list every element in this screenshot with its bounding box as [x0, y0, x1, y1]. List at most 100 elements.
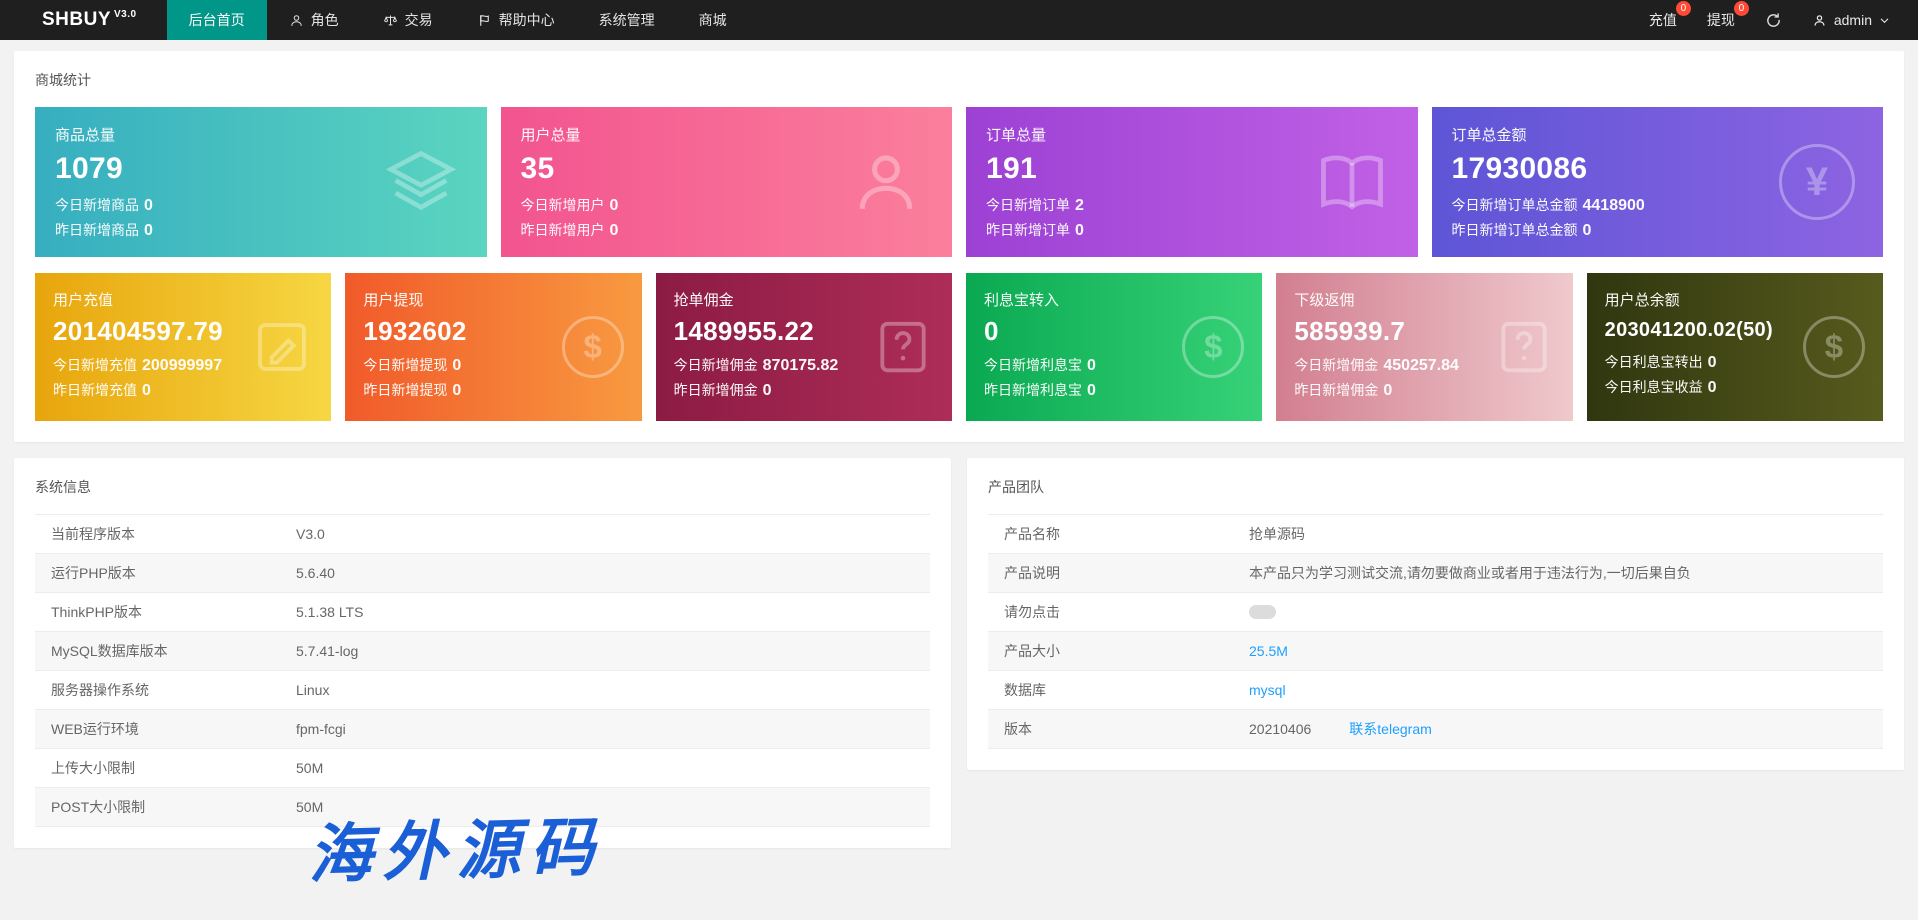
- table-row: 请勿点击: [988, 593, 1883, 632]
- main-nav: 后台首页角色交易 帮助中心 系统管理 商城: [167, 0, 749, 40]
- table-row: 数据库 mysql: [988, 671, 1883, 710]
- nav-item-2[interactable]: 交易: [361, 0, 455, 40]
- stat-card-row1-0: 商品总量1079今日新增商品0昨日新增商品0: [35, 107, 487, 257]
- flag-icon: [477, 13, 492, 28]
- nav-item-4[interactable]: 系统管理: [577, 0, 677, 40]
- stat-card-row2-3: 利息宝转入0今日新增利息宝0昨日新增利息宝0$: [966, 273, 1262, 421]
- nav-item-label: 系统管理: [599, 10, 655, 30]
- table-row: POST大小限制50M: [35, 788, 930, 827]
- line1-label: 今日新增佣金: [674, 357, 758, 373]
- line1-label: 今日新增充值: [53, 357, 137, 373]
- row-label: 产品大小: [988, 632, 1233, 670]
- line1-value: 200999997: [142, 357, 222, 374]
- product-team-title: 产品团队: [967, 458, 1904, 514]
- row-link[interactable]: 25.5M: [1249, 643, 1288, 659]
- recharge-button[interactable]: 充值 0: [1649, 10, 1677, 30]
- stat-card-title: 用户总量: [521, 124, 933, 145]
- main-content: 商城统计 商品总量1079今日新增商品0昨日新增商品0用户总量35今日新增用户0…: [0, 40, 1918, 848]
- line2-value: 0: [142, 382, 151, 399]
- line2-label: 昨日新增充值: [53, 382, 137, 398]
- row-text: 20210406: [1249, 721, 1311, 737]
- table-row: 版本 20210406 联系telegram: [988, 710, 1883, 749]
- do-not-click-pill[interactable]: [1249, 605, 1276, 619]
- layers-icon: [383, 144, 459, 220]
- row-value: fpm-fcgi: [280, 712, 362, 746]
- nav-item-3[interactable]: 帮助中心: [455, 0, 577, 40]
- line1-value: 4418900: [1583, 197, 1645, 214]
- table-row: 服务器操作系统Linux: [35, 671, 930, 710]
- nav-item-label: 帮助中心: [499, 10, 555, 30]
- withdraw-label: 提现: [1707, 12, 1735, 28]
- line2-label: 昨日新增订单: [986, 222, 1070, 238]
- stat-card-row2-5: 用户总余额203041200.02(50)今日利息宝转出0今日利息宝收益0$: [1587, 273, 1883, 421]
- table-row: 当前程序版本V3.0: [35, 515, 930, 554]
- stats-panel: 商城统计 商品总量1079今日新增商品0昨日新增商品0用户总量35今日新增用户0…: [14, 51, 1904, 442]
- brand-logo: SHBUY V3.0: [0, 0, 167, 40]
- row-text: 抢单源码: [1249, 524, 1305, 544]
- line2-value: 0: [144, 222, 153, 239]
- stat-card-title: 用户提现: [363, 289, 623, 310]
- table-row: 产品大小 25.5M: [988, 632, 1883, 671]
- dollar-icon: $: [562, 316, 624, 378]
- table-row: ThinkPHP版本5.1.38 LTS: [35, 593, 930, 632]
- dollar-icon: $: [1803, 316, 1865, 378]
- stat-cards-row1: 商品总量1079今日新增商品0昨日新增商品0用户总量35今日新增用户0昨日新增用…: [14, 107, 1904, 257]
- dollar-circle-icon: $: [1182, 316, 1244, 378]
- stat-card-title: 下级返佣: [1294, 289, 1554, 310]
- telegram-link[interactable]: 联系telegram: [1349, 719, 1431, 739]
- row-label: 版本: [988, 710, 1233, 748]
- dollar-circle-icon: $: [1803, 316, 1865, 378]
- navbar-right: 充值 0 提现 0 admin: [1649, 0, 1918, 40]
- row-value: mysql: [1233, 673, 1302, 707]
- line2-value: 0: [1075, 222, 1084, 239]
- line2-value: 0: [610, 222, 619, 239]
- row-label: 数据库: [988, 671, 1233, 709]
- stat-card-title: 用户总余额: [1605, 289, 1865, 310]
- stat-card-line2: 昨日新增利息宝0: [984, 380, 1244, 400]
- stat-card-title: 利息宝转入: [984, 289, 1244, 310]
- person-icon: [289, 13, 304, 28]
- line1-label: 今日新增提现: [363, 357, 447, 373]
- line1-label: 今日利息宝转出: [1605, 354, 1703, 370]
- row-label: 当前程序版本: [35, 515, 280, 553]
- stat-card-row2-4: 下级返佣585939.7今日新增佣金450257.84昨日新增佣金0: [1276, 273, 1572, 421]
- line1-value: 2: [1075, 197, 1084, 214]
- row-value: 抢单源码: [1233, 515, 1321, 553]
- brand-version: V3.0: [114, 9, 137, 20]
- line1-value: 0: [1708, 354, 1717, 371]
- dollar-circle-icon: $: [562, 316, 624, 378]
- question-icon: [872, 316, 934, 378]
- row-label: 上传大小限制: [35, 749, 280, 787]
- row-label: WEB运行环境: [35, 710, 280, 748]
- stat-cards-row2: 用户充值201404597.79今日新增充值200999997昨日新增充值0用户…: [14, 273, 1904, 421]
- table-row: WEB运行环境fpm-fcgi: [35, 710, 930, 749]
- stat-card-line2: 昨日新增订单 0: [986, 220, 1398, 240]
- row-label: 服务器操作系统: [35, 671, 280, 709]
- line2-value: 0: [1383, 382, 1392, 399]
- line2-label: 昨日新增商品: [55, 222, 139, 238]
- line1-value: 0: [452, 357, 461, 374]
- bottom-row: 系统信息 当前程序版本V3.0运行PHP版本5.6.40ThinkPHP版本5.…: [14, 458, 1904, 848]
- line2-label: 昨日新增用户: [521, 222, 605, 238]
- nav-item-1[interactable]: 角色: [267, 0, 361, 40]
- scales-icon: [383, 13, 398, 28]
- edit-icon: [251, 316, 313, 378]
- nav-item-label: 商城: [699, 10, 727, 30]
- table-row: 运行PHP版本5.6.40: [35, 554, 930, 593]
- row-link[interactable]: mysql: [1249, 682, 1286, 698]
- line1-label: 今日新增商品: [55, 197, 139, 213]
- stat-card-row1-2: 订单总量191今日新增订单2昨日新增订单0: [966, 107, 1418, 257]
- nav-item-5[interactable]: 商城: [677, 0, 749, 40]
- withdraw-button[interactable]: 提现 0: [1707, 10, 1735, 30]
- stat-card-line2: 昨日新增佣金0: [1294, 380, 1554, 400]
- refresh-button[interactable]: [1765, 12, 1782, 29]
- line1-value: 870175.82: [763, 357, 839, 374]
- row-label: MySQL数据库版本: [35, 632, 280, 670]
- user-menu[interactable]: admin: [1812, 12, 1890, 28]
- row-label: ThinkPHP版本: [35, 593, 280, 631]
- person-icon: [848, 144, 924, 220]
- stat-card-row1-3: 订单总金额17930086今日新增订单总金额4418900昨日新增订单总金额0¥: [1432, 107, 1884, 257]
- stat-card-title: 订单总金额: [1452, 124, 1864, 145]
- row-label: 运行PHP版本: [35, 554, 280, 592]
- nav-item-0[interactable]: 后台首页: [167, 0, 267, 40]
